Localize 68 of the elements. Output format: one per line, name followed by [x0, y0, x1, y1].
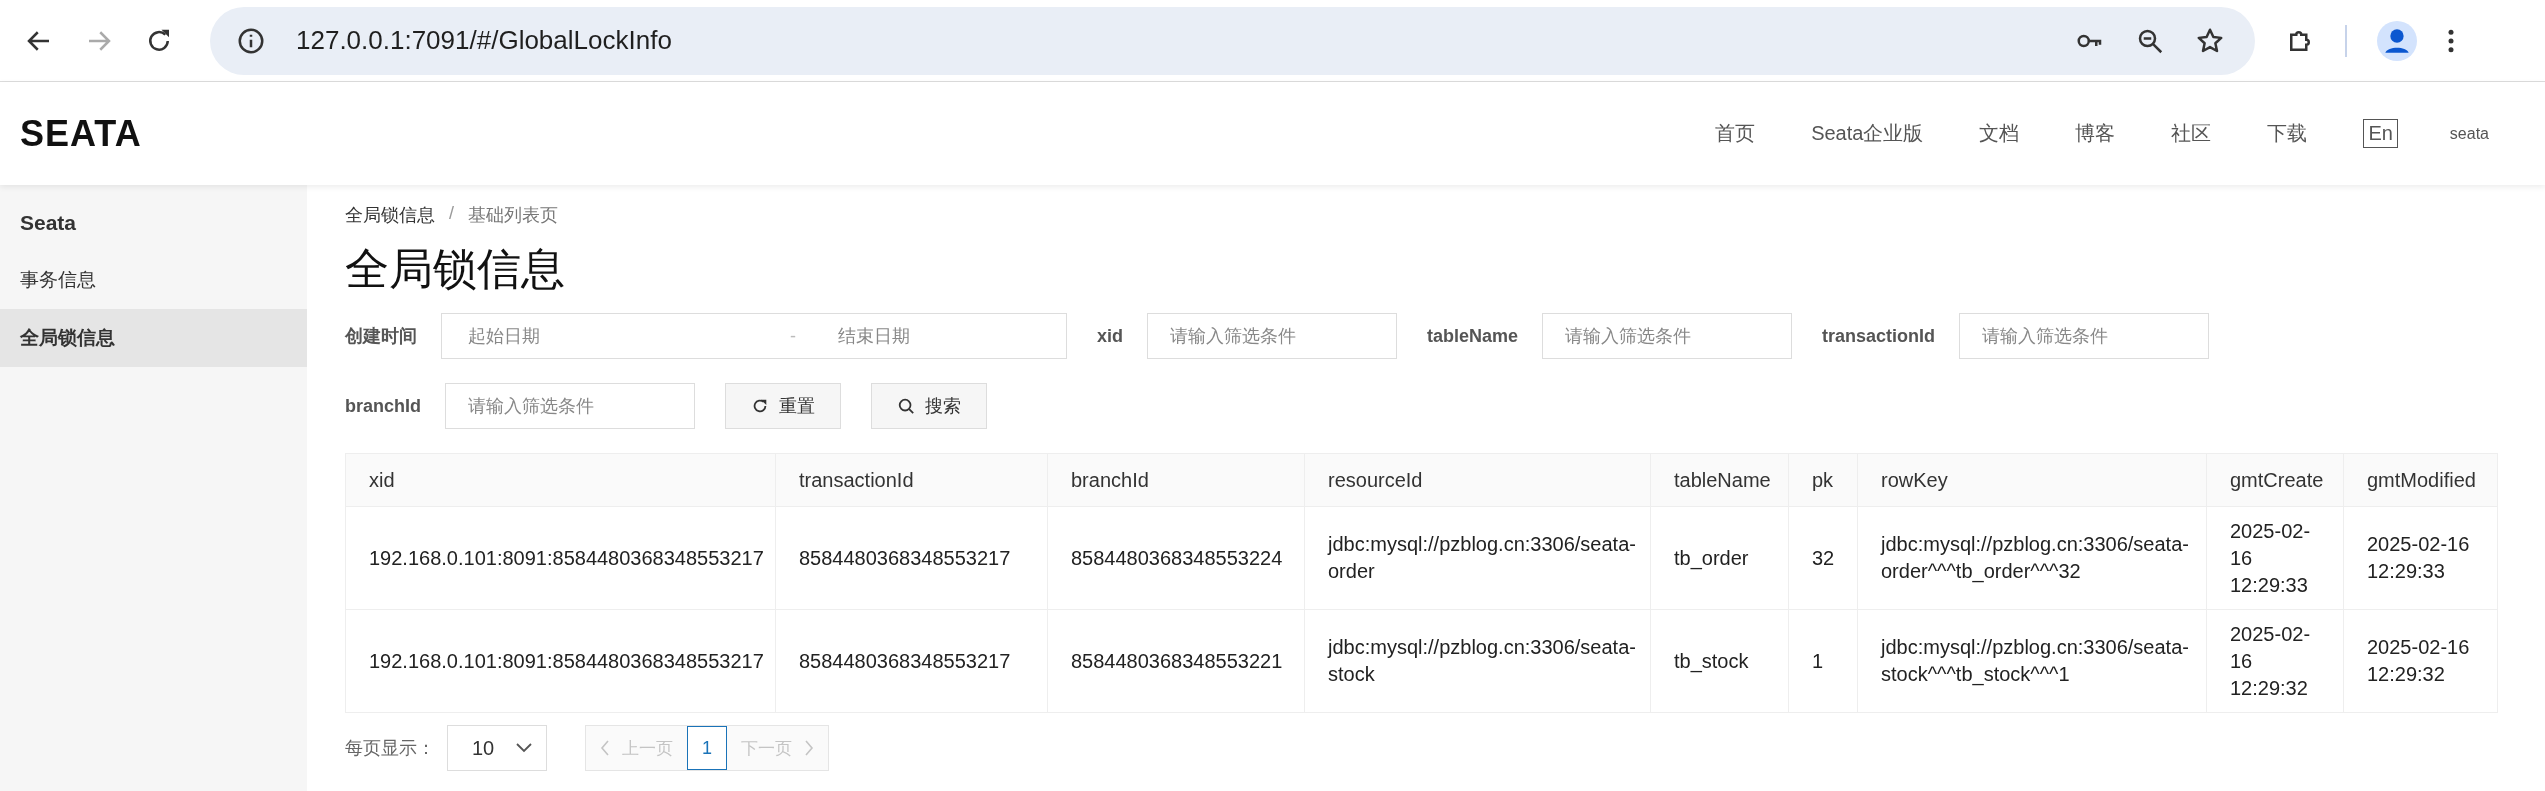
- table-cell: jdbc:mysql://pzblog.cn:3306/seata-order^^^tb_order^^^32: [1857, 506, 2207, 610]
- column-header: gmtModified: [2343, 453, 2498, 507]
- column-header: transactionId: [775, 453, 1048, 507]
- filter-label: xid: [1097, 325, 1123, 347]
- table-cell: 192.168.0.101:8091:8584480368348553217: [345, 609, 776, 713]
- nav-link[interactable]: Seata企业版: [1811, 120, 1924, 147]
- table-cell: jdbc:mysql://pzblog.cn:3306/seata-stock: [1304, 609, 1651, 713]
- column-header: rowKey: [1857, 453, 2207, 507]
- table-cell: 8584480368348553217: [775, 506, 1048, 610]
- sidebar-item[interactable]: 事务信息: [0, 251, 307, 309]
- page-title: 全局锁信息: [345, 243, 566, 295]
- breadcrumb-item[interactable]: 全局锁信息: [345, 203, 435, 227]
- table-cell: 8584480368348553221: [1047, 609, 1305, 713]
- avatar-icon[interactable]: [2377, 20, 2417, 61]
- table-cell: tb_stock: [1650, 609, 1789, 713]
- nav-link[interactable]: 下载: [2267, 120, 2308, 147]
- url-text: 127.0.0.1:7091/#/GlobalLockInfo: [296, 25, 672, 56]
- filter-input[interactable]: 请输入筛选条件: [1959, 313, 2210, 359]
- logo[interactable]: SEATA: [20, 112, 142, 155]
- breadcrumb-separator: /: [449, 203, 454, 225]
- nav-link[interactable]: 博客: [2075, 120, 2116, 147]
- page-size-label: 每页显示：: [345, 737, 435, 760]
- table-cell: 192.168.0.101:8091:8584480368348553217: [345, 506, 776, 610]
- filter-label: 创建时间: [345, 325, 417, 348]
- chevron-left-icon: [600, 740, 610, 756]
- filter-input[interactable]: 请输入筛选条件: [1147, 313, 1397, 359]
- table-cell: jdbc:mysql://pzblog.cn:3306/seata-order: [1304, 506, 1651, 610]
- table-cell: 2025-02-16 12:29:32: [2343, 609, 2498, 713]
- sidebar-item[interactable]: 全局锁信息: [0, 309, 307, 367]
- chevron-down-icon: [516, 743, 532, 753]
- table-cell: 8584480368348553217: [775, 609, 1048, 713]
- table-cell: 2025-02-16 12:29:33: [2343, 506, 2498, 610]
- filter-input[interactable]: 请输入筛选条件: [445, 383, 695, 429]
- filter-label: transactionId: [1822, 325, 1936, 347]
- search-button[interactable]: 搜索: [871, 383, 987, 429]
- reset-button[interactable]: 重置: [725, 383, 841, 429]
- table-cell: jdbc:mysql://pzblog.cn:3306/seata-stock^^^tb_stock^^^1: [1857, 609, 2207, 713]
- column-header: resourceId: [1304, 453, 1651, 507]
- range-separator: -: [790, 325, 796, 347]
- address-bar[interactable]: 127.0.0.1:7091/#/GlobalLockInfo: [210, 6, 2255, 75]
- table-cell: tb_order: [1650, 506, 1789, 610]
- column-header: branchId: [1047, 453, 1305, 507]
- user-name[interactable]: seata: [2449, 124, 2489, 143]
- filter-label: branchId: [345, 395, 421, 417]
- column-header: pk: [1788, 453, 1858, 507]
- table-cell: 32: [1788, 506, 1858, 610]
- end-date-input[interactable]: 结束日期: [836, 324, 1060, 348]
- column-header: gmtCreate: [2206, 453, 2344, 507]
- column-header: xid: [345, 453, 776, 507]
- column-header: tableName: [1650, 453, 1789, 507]
- page-number-button[interactable]: 1: [687, 726, 727, 770]
- page-size-select[interactable]: 10: [447, 725, 547, 771]
- table-cell: 2025-02-16 12:29:32: [2206, 609, 2344, 713]
- table-cell: 2025-02-16 12:29:33: [2206, 506, 2344, 610]
- table-cell: 1: [1788, 609, 1858, 713]
- chevron-right-icon: [804, 740, 814, 756]
- nav-link[interactable]: 文档: [1979, 120, 2020, 147]
- search-icon: [897, 397, 915, 415]
- breadcrumb-item: 基础列表页: [468, 204, 558, 227]
- table-cell: 8584480368348553224: [1047, 506, 1305, 610]
- refresh-icon: [751, 397, 769, 415]
- nav-link[interactable]: 社区: [2171, 120, 2212, 147]
- language-toggle[interactable]: En: [2363, 119, 2398, 148]
- sidebar-title: Seata: [19, 211, 78, 236]
- filter-input[interactable]: 请输入筛选条件: [1542, 313, 1793, 359]
- nav-link[interactable]: 首页: [1715, 120, 1756, 147]
- filter-label: tableName: [1427, 325, 1519, 347]
- start-date-input[interactable]: 起始日期: [466, 324, 690, 348]
